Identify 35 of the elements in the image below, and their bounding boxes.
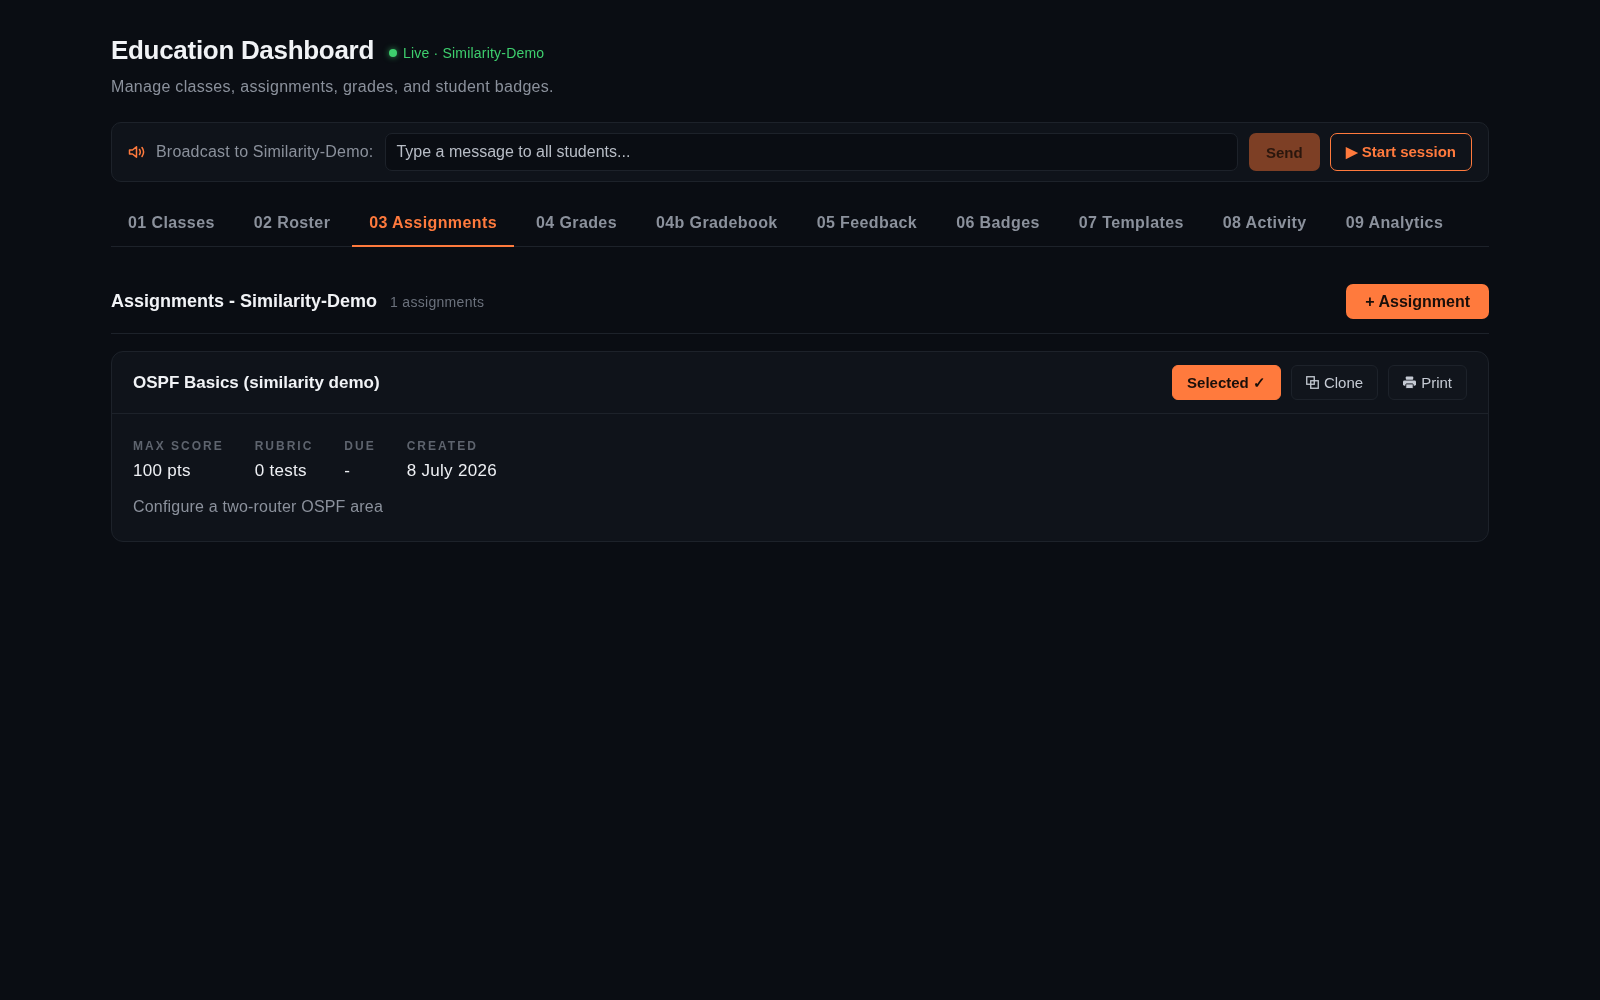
tab[interactable]: 04 Grades — [519, 199, 634, 247]
overlapping-squares-icon — [1305, 376, 1319, 389]
tab[interactable]: 08 Activity — [1205, 199, 1324, 247]
message-input[interactable]: Type a message to all students... — [385, 133, 1238, 171]
print-button[interactable]: Print — [1388, 365, 1467, 400]
tab[interactable]: 03 Assignments — [352, 199, 514, 247]
broadcast-label: Broadcast to Similarity-Demo: — [156, 143, 374, 161]
tab[interactable]: 02 Roster — [236, 199, 348, 247]
field-label: CREATED — [406, 438, 479, 454]
section-title: Assignments - Similarity-Demo — [111, 291, 378, 312]
printer-icon — [1403, 376, 1417, 389]
field-label: RUBRIC — [254, 438, 314, 454]
page-title: Education Dashboard — [111, 34, 374, 66]
tab[interactable]: 07 Templates — [1061, 199, 1201, 247]
tab[interactable]: 05 Feedback — [799, 199, 935, 247]
tab[interactable]: 09 Analytics — [1328, 199, 1461, 247]
clone-button[interactable]: Clone — [1290, 365, 1379, 400]
assignment-description: Configure a two-router OSPF area — [133, 497, 385, 517]
assignment-title: OSPF Basics (similarity demo) — [133, 372, 380, 393]
status-label: Live · Similarity-Demo — [403, 44, 545, 62]
page-subtitle: Manage classes, assignments, grades, and student badges. — [111, 77, 555, 97]
field-label: DUE — [344, 438, 376, 454]
select-button[interactable]: Selected ✓ — [1172, 365, 1281, 400]
add-assignment-button[interactable]: + Assignment — [1346, 284, 1489, 319]
tab[interactable]: 04b Gradebook — [638, 199, 795, 247]
start-session-button[interactable]: ▶ Start session — [1329, 133, 1472, 171]
field-value: 100 pts — [133, 460, 192, 482]
tab[interactable]: 01 Classes — [111, 199, 232, 247]
speaker-icon — [128, 145, 146, 159]
field-value: 0 tests — [254, 460, 308, 482]
assignment-count: 1 assignments — [390, 293, 485, 310]
field-value: - — [344, 460, 352, 482]
field-label: MAX SCORE — [133, 438, 224, 454]
field-value: 8 July 2026 — [406, 460, 497, 482]
tab[interactable]: 06 Badges — [939, 199, 1057, 247]
